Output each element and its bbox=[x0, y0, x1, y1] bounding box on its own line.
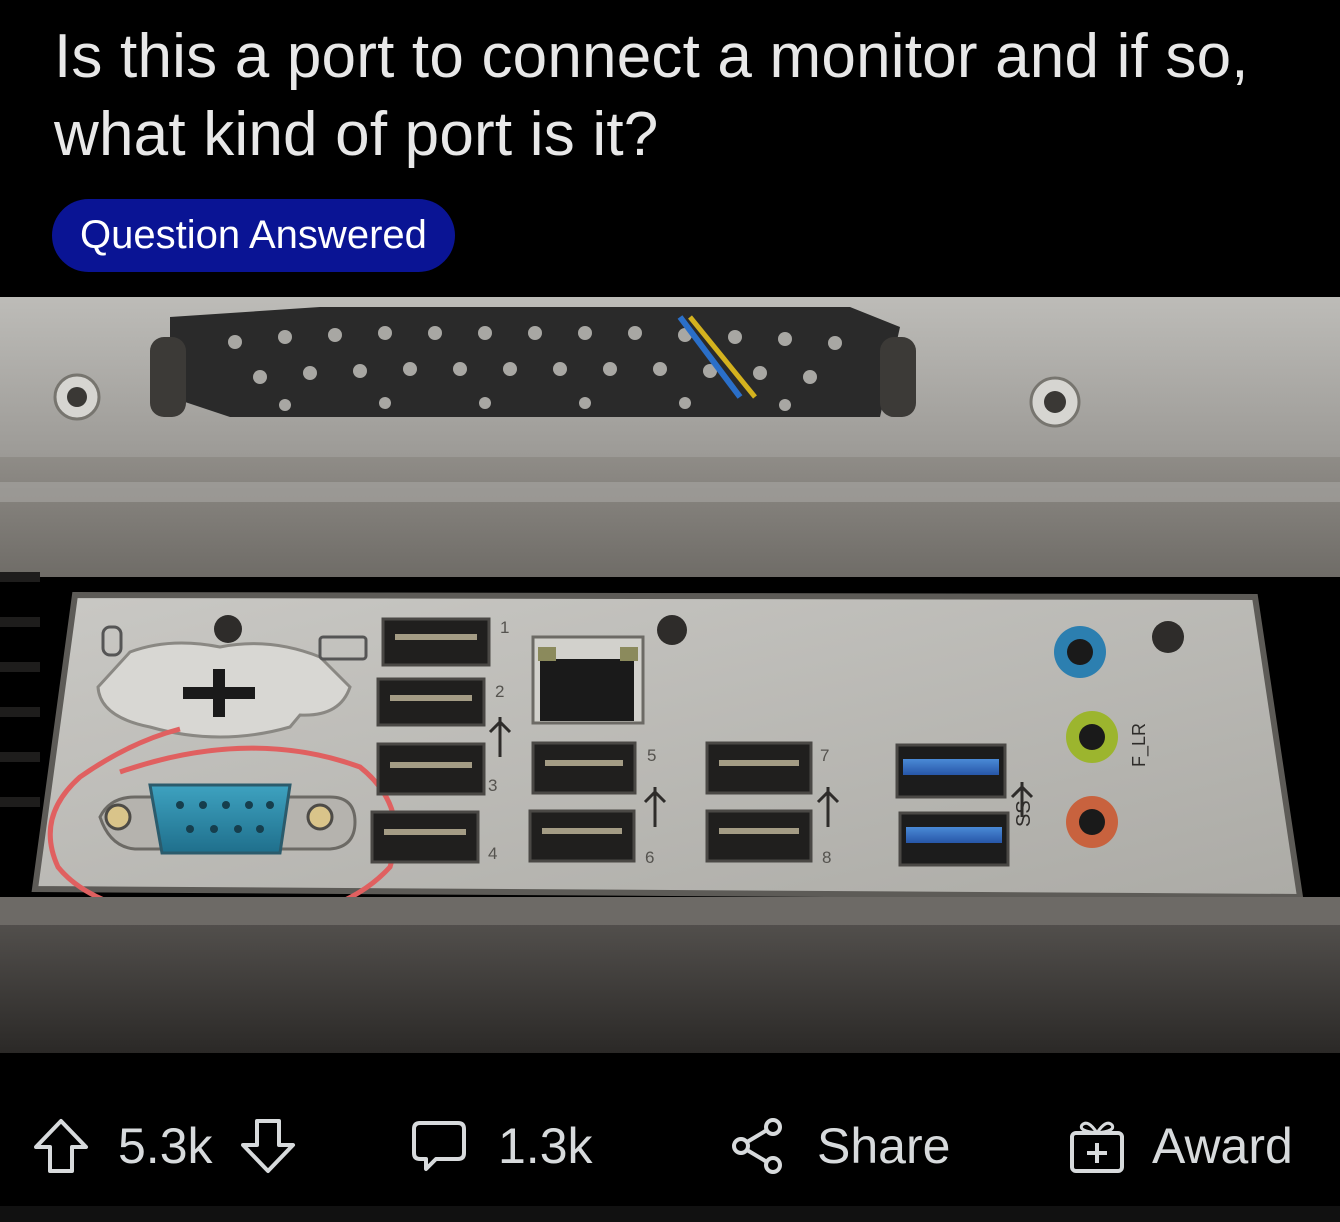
share-label: Share bbox=[817, 1118, 951, 1174]
usb-number: 3 bbox=[488, 776, 497, 795]
downvote-icon[interactable] bbox=[237, 1115, 299, 1177]
post-action-bar: 5.3k 1.3k Share Award bbox=[0, 1090, 1340, 1202]
vote-count: 5.3k bbox=[118, 1118, 213, 1174]
usb-number: 2 bbox=[495, 682, 504, 701]
post-title: Is this a port to connect a monitor and … bbox=[54, 22, 1249, 169]
usb-number: 1 bbox=[500, 618, 509, 637]
award-button[interactable]: Award bbox=[1066, 1090, 1293, 1202]
upvote-icon[interactable] bbox=[30, 1115, 92, 1177]
usb-number: 5 bbox=[647, 746, 656, 765]
comment-count: 1.3k bbox=[498, 1118, 593, 1174]
audio-label: F_LR bbox=[1129, 723, 1150, 767]
usb-number: 4 bbox=[488, 844, 497, 863]
share-icon bbox=[727, 1115, 789, 1177]
usb-number: 7 bbox=[820, 746, 829, 765]
post-image[interactable]: 1 2 3 4 5 6 7 8 SS F_LR bbox=[0, 297, 1340, 1053]
bottom-divider bbox=[0, 1206, 1340, 1222]
question-answered-flair[interactable]: Question Answered bbox=[52, 199, 455, 272]
share-button[interactable]: Share bbox=[727, 1090, 950, 1202]
award-label: Award bbox=[1152, 1118, 1293, 1174]
comment-icon bbox=[408, 1115, 470, 1177]
comments-button[interactable]: 1.3k bbox=[408, 1090, 593, 1202]
usb3-label: SS bbox=[1013, 800, 1035, 827]
honeycomb-vent bbox=[170, 307, 900, 417]
usb-number: 6 bbox=[645, 848, 654, 867]
gift-icon bbox=[1066, 1115, 1128, 1177]
usb-number: 8 bbox=[822, 848, 831, 867]
vote-group: 5.3k bbox=[30, 1090, 299, 1202]
